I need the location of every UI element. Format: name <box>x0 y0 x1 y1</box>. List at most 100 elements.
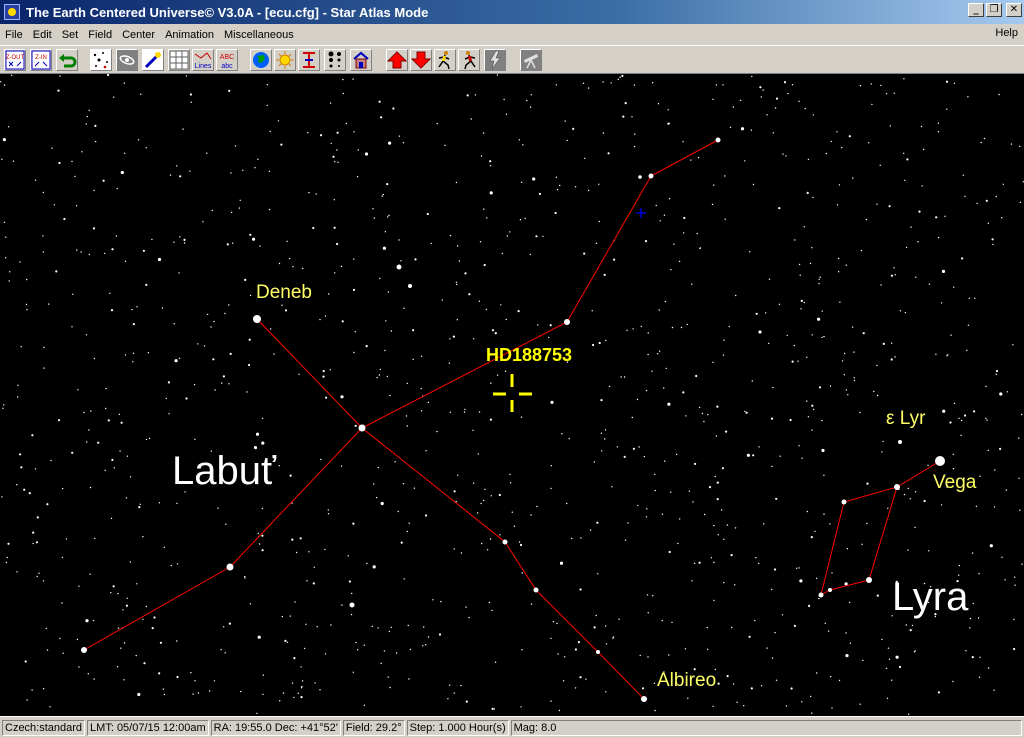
background-star <box>593 461 595 463</box>
background-star <box>846 548 849 550</box>
svg-text:abc: abc <box>221 63 233 70</box>
background-star <box>597 573 599 575</box>
background-star <box>183 242 186 244</box>
background-star <box>92 619 95 622</box>
comet-button[interactable] <box>142 49 164 71</box>
background-star <box>937 131 940 133</box>
zoom-in-button[interactable]: Z-IN <box>30 49 52 71</box>
background-star <box>536 505 538 508</box>
step-forward-button[interactable] <box>386 49 408 71</box>
background-star <box>249 233 252 236</box>
background-star <box>1001 217 1003 219</box>
title-bar[interactable]: The Earth Centered Universe© V3.0A - [ec… <box>0 0 1024 24</box>
background-star <box>876 594 879 597</box>
background-star <box>190 672 192 674</box>
background-star <box>504 370 507 372</box>
menu-help[interactable]: Help <box>995 27 1018 39</box>
background-star <box>726 524 729 526</box>
background-star <box>75 205 78 207</box>
globe-button[interactable] <box>250 49 272 71</box>
minimize-button[interactable]: _ <box>968 3 984 17</box>
menu-miscellaneous[interactable]: Miscellaneous <box>219 29 299 41</box>
background-star <box>420 388 422 390</box>
background-star <box>785 705 788 707</box>
background-star <box>572 127 575 130</box>
status-field: Field: 29.2° <box>342 719 405 736</box>
background-star <box>257 158 259 160</box>
stop-button[interactable] <box>484 49 506 71</box>
background-star <box>120 170 124 175</box>
background-star <box>289 257 291 260</box>
background-star <box>478 411 481 413</box>
background-star <box>799 579 803 583</box>
star-chart[interactable]: Deneb HD188753 Labuť ε Lyr Vega Lyra Alb… <box>0 74 1024 716</box>
background-star <box>1021 563 1023 565</box>
background-star <box>306 580 308 582</box>
background-star <box>347 555 349 557</box>
grid-button[interactable] <box>168 49 190 71</box>
background-star <box>120 647 122 649</box>
background-star <box>899 310 902 312</box>
background-star <box>284 639 287 643</box>
background-star <box>654 473 656 475</box>
menu-edit[interactable]: Edit <box>28 29 57 41</box>
background-star <box>799 274 801 276</box>
menu-animation[interactable]: Animation <box>160 29 219 41</box>
background-star <box>807 158 810 161</box>
lines-button[interactable]: Lines <box>192 49 214 71</box>
house-icon <box>353 51 369 69</box>
background-star <box>478 300 481 302</box>
background-star <box>571 537 573 540</box>
background-star <box>85 619 89 623</box>
labels-button[interactable]: ABC abc <box>216 49 238 71</box>
background-star <box>921 185 923 187</box>
background-star <box>798 445 800 447</box>
step-back-button[interactable] <box>410 49 432 71</box>
background-star <box>928 550 930 552</box>
background-star <box>561 433 563 435</box>
background-star <box>457 474 459 476</box>
background-star <box>778 303 781 305</box>
background-star <box>692 501 694 503</box>
galaxy-button[interactable] <box>116 49 138 71</box>
zoom-out-button[interactable]: Z-OUT <box>4 49 26 71</box>
run-back-button[interactable] <box>458 49 480 71</box>
background-star <box>256 712 258 715</box>
run-forward-button[interactable] <box>434 49 456 71</box>
house-button[interactable] <box>350 49 372 71</box>
restore-button[interactable]: ❐ <box>986 3 1002 17</box>
background-star <box>384 231 387 233</box>
background-star <box>258 543 261 545</box>
constellation-lines-cygnus <box>83 139 719 700</box>
background-star <box>313 566 315 568</box>
menu-center[interactable]: Center <box>117 29 160 41</box>
undo-button[interactable] <box>56 49 78 71</box>
menu-set[interactable]: Set <box>57 29 84 41</box>
background-star <box>228 383 230 385</box>
background-star <box>837 271 840 273</box>
sun-button[interactable] <box>274 49 296 71</box>
background-star <box>999 392 1003 396</box>
background-star <box>261 549 264 552</box>
background-star <box>248 338 251 341</box>
background-star <box>388 141 392 145</box>
menu-file[interactable]: File <box>0 29 28 41</box>
background-star <box>937 122 940 124</box>
background-star <box>483 263 486 267</box>
background-star <box>596 521 599 524</box>
app-icon[interactable] <box>4 4 20 20</box>
stars-button[interactable] <box>90 49 112 71</box>
background-star <box>354 424 357 427</box>
background-star <box>906 158 909 161</box>
background-star <box>688 490 691 492</box>
background-star <box>102 179 105 182</box>
background-star <box>324 315 327 317</box>
magnitude-button[interactable] <box>324 49 346 71</box>
close-button[interactable]: ✕ <box>1006 3 1022 17</box>
meridian-button[interactable] <box>298 49 320 71</box>
red-arrow-down-icon <box>411 51 431 69</box>
telescope-button[interactable] <box>520 49 542 71</box>
menu-field[interactable]: Field <box>83 29 117 41</box>
background-star <box>110 592 112 594</box>
background-star <box>804 108 806 110</box>
